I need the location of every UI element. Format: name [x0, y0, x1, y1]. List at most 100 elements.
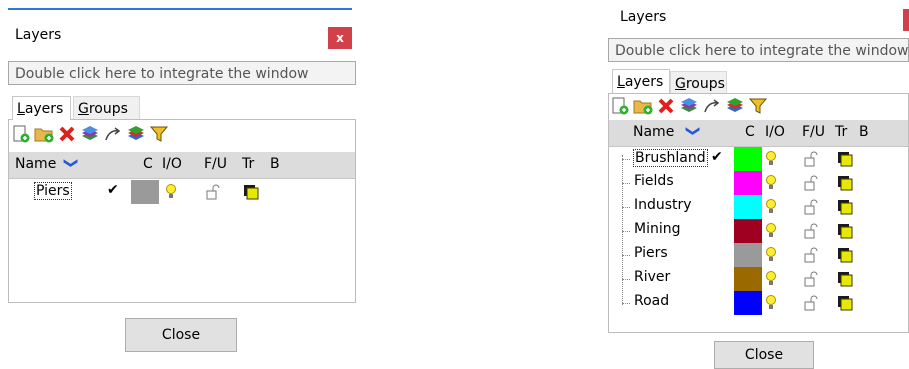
- filter-icon[interactable]: [149, 124, 169, 144]
- tree-branch: [622, 207, 630, 208]
- transparency-icon[interactable]: [837, 271, 853, 287]
- layer-name[interactable]: Mining: [634, 221, 681, 237]
- lightbulb-icon[interactable]: [766, 295, 776, 311]
- col-io[interactable]: I/O: [765, 124, 785, 140]
- layer-name[interactable]: Industry: [634, 197, 692, 213]
- col-fu[interactable]: F/U: [802, 124, 825, 140]
- lightbulb-icon[interactable]: [766, 175, 776, 191]
- tree-branch: [622, 183, 630, 184]
- delete-layer-icon[interactable]: [57, 124, 77, 144]
- layer-color-swatch[interactable]: [734, 267, 762, 291]
- unlock-icon[interactable]: [206, 184, 220, 200]
- close-icon[interactable]: x: [903, 9, 909, 31]
- add-layer-icon[interactable]: [34, 124, 54, 144]
- col-name[interactable]: Name: [633, 124, 674, 140]
- chevron-down-icon[interactable]: ❯: [685, 125, 701, 137]
- col-b[interactable]: B: [270, 156, 280, 172]
- close-button[interactable]: Close: [714, 341, 814, 369]
- layer-name[interactable]: Piers: [34, 182, 72, 200]
- col-tr[interactable]: Tr: [242, 156, 254, 172]
- lightbulb-icon[interactable]: [766, 199, 776, 215]
- visible-check-icon[interactable]: ✔: [107, 182, 119, 198]
- transparency-icon[interactable]: [837, 295, 853, 311]
- layer-color-swatch[interactable]: [734, 291, 762, 315]
- layer-name[interactable]: Fields: [634, 173, 674, 189]
- layers-window-right: Layers x Double click here to integrate …: [604, 0, 909, 369]
- layers-color-icon[interactable]: [126, 124, 146, 144]
- layer-color-swatch[interactable]: [734, 243, 762, 267]
- visible-check-icon[interactable]: ✔: [711, 149, 723, 165]
- lightbulb-icon[interactable]: [166, 184, 176, 200]
- close-icon[interactable]: x: [328, 27, 352, 49]
- new-layer-icon[interactable]: [11, 124, 31, 144]
- transparency-icon[interactable]: [243, 184, 259, 200]
- tab-groups[interactable]: Groups: [73, 96, 140, 120]
- unlock-icon[interactable]: [804, 223, 818, 239]
- layer-row[interactable]: Fields: [609, 171, 908, 195]
- layer-name[interactable]: River: [634, 269, 670, 285]
- tab-groups-label: roups: [685, 76, 725, 92]
- unlock-icon[interactable]: [804, 295, 818, 311]
- col-fu[interactable]: F/U: [204, 156, 227, 172]
- tab-layers-underlined: L: [17, 101, 25, 117]
- lightbulb-icon[interactable]: [766, 223, 776, 239]
- layers-stack-icon[interactable]: [80, 124, 100, 144]
- col-io[interactable]: I/O: [162, 156, 182, 172]
- layer-row[interactable]: River: [609, 267, 908, 291]
- tab-groups[interactable]: Groups: [670, 71, 727, 95]
- unlock-icon[interactable]: [804, 247, 818, 263]
- tab-layers[interactable]: Layers: [612, 69, 670, 93]
- transparency-icon[interactable]: [837, 199, 853, 215]
- window-title: Layers: [620, 9, 667, 25]
- filter-icon[interactable]: [748, 96, 768, 116]
- integrate-window-bar[interactable]: Double click here to integrate the windo…: [608, 38, 909, 62]
- layer-name[interactable]: Brushland: [633, 149, 708, 167]
- transparency-icon[interactable]: [837, 151, 853, 167]
- close-button[interactable]: Close: [125, 318, 237, 352]
- unlock-icon[interactable]: [804, 199, 818, 215]
- col-color[interactable]: C: [745, 124, 755, 140]
- unlock-icon[interactable]: [804, 271, 818, 287]
- col-b[interactable]: B: [859, 124, 869, 140]
- lightbulb-icon[interactable]: [766, 151, 776, 167]
- new-layer-icon[interactable]: [610, 96, 630, 116]
- chevron-down-icon[interactable]: ❯: [63, 157, 79, 169]
- layer-name[interactable]: Road: [634, 293, 669, 309]
- tab-layers-label: ayers: [24, 101, 64, 117]
- tree-branch: [622, 255, 630, 256]
- tab-layers-label: ayers: [624, 74, 664, 90]
- layers-window-left: Layers x Double click here to integrate …: [0, 0, 364, 369]
- layer-name[interactable]: Piers: [634, 245, 668, 261]
- lightbulb-icon[interactable]: [766, 247, 776, 263]
- transparency-icon[interactable]: [837, 247, 853, 263]
- integrate-window-bar[interactable]: Double click here to integrate the windo…: [8, 61, 356, 85]
- col-color[interactable]: C: [143, 156, 153, 172]
- tab-layers[interactable]: Layers: [12, 96, 71, 120]
- lightbulb-icon[interactable]: [766, 271, 776, 287]
- layer-row[interactable]: Brushland ✔: [609, 147, 908, 171]
- transparency-icon[interactable]: [837, 223, 853, 239]
- layers-color-icon[interactable]: [725, 96, 745, 116]
- unlock-icon[interactable]: [804, 175, 818, 191]
- layers-stack-icon[interactable]: [679, 96, 699, 116]
- layer-color-swatch[interactable]: [734, 219, 762, 243]
- col-name[interactable]: Name: [15, 156, 56, 172]
- layer-row[interactable]: Piers: [609, 243, 908, 267]
- layer-color-swatch[interactable]: [734, 147, 762, 171]
- layer-row[interactable]: Piers ✔: [9, 180, 355, 204]
- link-arrow-icon[interactable]: [702, 96, 722, 116]
- layers-table-header: Name ❯ C I/O F/U Tr B: [609, 120, 908, 147]
- transparency-icon[interactable]: [837, 175, 853, 191]
- add-layer-icon[interactable]: [633, 96, 653, 116]
- delete-layer-icon[interactable]: [656, 96, 676, 116]
- layer-row[interactable]: Industry: [609, 195, 908, 219]
- unlock-icon[interactable]: [804, 151, 818, 167]
- col-tr[interactable]: Tr: [835, 124, 847, 140]
- layer-color-swatch[interactable]: [734, 171, 762, 195]
- layer-color-swatch[interactable]: [734, 195, 762, 219]
- layer-row[interactable]: Road: [609, 291, 908, 315]
- layer-row[interactable]: Mining: [609, 219, 908, 243]
- link-arrow-icon[interactable]: [103, 124, 123, 144]
- tab-layers-underlined: L: [617, 74, 625, 90]
- layer-color-swatch[interactable]: [131, 180, 159, 204]
